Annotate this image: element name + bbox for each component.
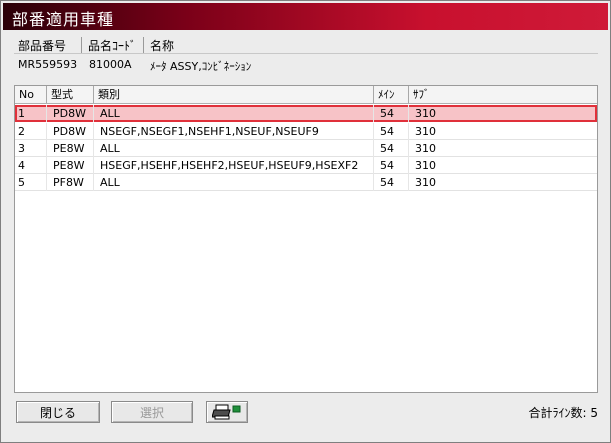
part-info-header: 部品番号 品名ｺｰﾄﾞ 名称 (14, 37, 598, 54)
table-row[interactable]: 1 PD8W ALL 54 310 (15, 105, 597, 122)
part-number-header: 部品番号 (14, 37, 82, 53)
title-bar[interactable]: 部番適用車種 (3, 3, 608, 30)
item-code-value: 81000A (89, 58, 132, 71)
col-header-no[interactable]: No (15, 86, 47, 103)
row-model: PD8W (47, 105, 94, 122)
part-info-values: MR559593 81000A ﾒｰﾀ ASSY,ｺﾝﾋﾞﾈｰｼｮﾝ (14, 58, 598, 73)
part-number-value: MR559593 (18, 58, 78, 71)
col-header-main[interactable]: ﾒｲﾝ (374, 86, 409, 103)
part-info-panel: 部品番号 品名ｺｰﾄﾞ 名称 MR559593 81000A ﾒｰﾀ ASSY,… (14, 37, 598, 77)
row-class: ALL (94, 174, 374, 191)
table-row[interactable]: 2 PD8W NSEGF,NSEGF1,NSEHF1,NSEUF,NSEUF9 … (15, 123, 597, 140)
row-no: 2 (15, 123, 47, 140)
row-main: 54 (374, 140, 409, 157)
dialog-window: 部番適用車種 部品番号 品名ｺｰﾄﾞ 名称 MR559593 81000A ﾒｰ… (0, 0, 611, 443)
row-no: 5 (15, 174, 47, 191)
grid-header: No 型式 類別 ﾒｲﾝ ｻﾌﾞ (15, 86, 597, 104)
col-header-class[interactable]: 類別 (94, 86, 374, 103)
row-class: ALL (94, 105, 374, 122)
row-model: PE8W (47, 157, 94, 174)
row-model: PD8W (47, 123, 94, 140)
window-title: 部番適用車種 (12, 10, 115, 29)
row-no: 4 (15, 157, 47, 174)
close-button[interactable]: 閉じる (16, 401, 100, 423)
col-header-sub[interactable]: ｻﾌﾞ (409, 86, 597, 103)
row-sub: 310 (415, 125, 436, 138)
row-main: 54 (374, 105, 409, 122)
row-no: 3 (15, 140, 47, 157)
row-class: ALL (94, 140, 374, 157)
row-no: 1 (15, 105, 47, 122)
row-class: HSEGF,HSEHF,HSEHF2,HSEUF,HSEUF9,HSEXF2 (94, 157, 374, 174)
row-sub: 310 (415, 107, 436, 120)
row-sub: 310 (415, 176, 436, 189)
row-sub: 310 (415, 142, 436, 155)
total-lines-status: 合計ﾗｲﾝ数: 5 (528, 406, 599, 420)
row-model: PE8W (47, 140, 94, 157)
table-row[interactable]: 5 PF8W ALL 54 310 (15, 174, 597, 191)
select-button[interactable]: 選択 (111, 401, 193, 423)
vehicle-model-grid[interactable]: No 型式 類別 ﾒｲﾝ ｻﾌﾞ 1 PD8W ALL 54 310 2 PD8… (14, 85, 598, 393)
item-code-header: 品名ｺｰﾄﾞ (82, 37, 144, 53)
part-name-header: 名称 (150, 39, 175, 53)
row-sub: 310 (415, 159, 436, 172)
part-name-value: ﾒｰﾀ ASSY,ｺﾝﾋﾞﾈｰｼｮﾝ (150, 60, 252, 73)
table-row[interactable]: 3 PE8W ALL 54 310 (15, 140, 597, 157)
row-model: PF8W (47, 174, 94, 191)
row-main: 54 (374, 123, 409, 140)
row-main: 54 (374, 174, 409, 191)
printer-icon (212, 404, 241, 420)
print-button[interactable] (206, 401, 248, 423)
table-row[interactable]: 4 PE8W HSEGF,HSEHF,HSEHF2,HSEUF,HSEUF9,H… (15, 157, 597, 174)
row-class: NSEGF,NSEGF1,NSEHF1,NSEUF,NSEUF9 (94, 123, 374, 140)
row-main: 54 (374, 157, 409, 174)
col-header-model[interactable]: 型式 (47, 86, 94, 103)
